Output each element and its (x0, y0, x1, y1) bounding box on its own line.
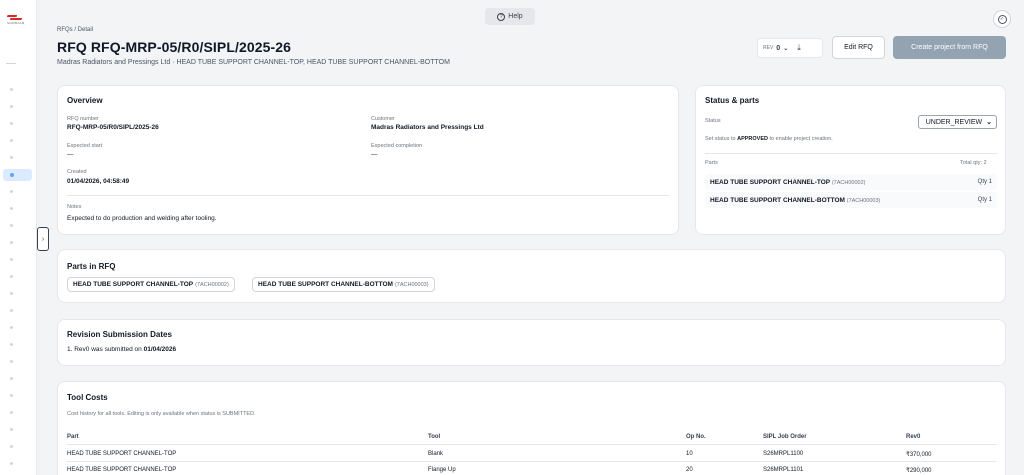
status-select[interactable]: UNDER_REVIEW ⌄ (918, 115, 997, 129)
column-header-op-no: Op No. (686, 434, 706, 440)
expected-completion-label: Expected completion (371, 143, 423, 149)
rev-label: REV (763, 45, 774, 51)
overview-title: Overview (67, 96, 103, 105)
rev-value: 0 (776, 44, 781, 52)
page-subtitle: Madras Radiators and Pressings Ltd · HEA… (57, 59, 450, 66)
sidebar-divider (6, 63, 16, 64)
table-cell: HEAD TUBE SUPPORT CHANNEL-TOP (67, 467, 177, 473)
customer-label: Customer (371, 116, 395, 122)
table-cell: 20 (686, 467, 693, 473)
chevron-down-icon: ⌄ (783, 45, 789, 52)
sidebar-item[interactable] (10, 122, 13, 125)
tool-costs-note: Cost history for all tools. Editing is o… (67, 411, 256, 417)
brand-logo[interactable]: SHRIRAAM (6, 14, 29, 25)
check-circle-button[interactable]: ✓ (993, 10, 1011, 28)
table-header-divider (67, 444, 996, 445)
revision-entry: 1. Rev0 was submitted on 01/04/2026 (67, 346, 177, 353)
collapse-sidebar-icon[interactable]: › (37, 227, 49, 251)
notes-label: Notes (67, 204, 82, 210)
download-icon[interactable]: ⤓ (797, 43, 801, 53)
table-cell: ₹290,000 (906, 468, 932, 474)
part-chip[interactable]: HEAD TUBE SUPPORT CHANNEL-BOTTOM (7ACH000… (252, 277, 435, 292)
rfq-number-label: RFQ number (67, 116, 99, 122)
table-cell: HEAD TUBE SUPPORT CHANNEL-TOP (67, 451, 177, 457)
revision-selector[interactable]: REV 0 ⌄ ⤓ (757, 38, 823, 58)
column-header-rev0: Rev0 (906, 434, 921, 440)
sidebar-item[interactable] (10, 156, 13, 159)
sidebar-item[interactable] (10, 309, 13, 312)
status-label: Status (705, 118, 721, 124)
help-icon: ? (497, 12, 506, 21)
sidebar-item[interactable] (10, 445, 13, 448)
status-hint: Set status to APPROVED to enable project… (705, 136, 833, 142)
page-title: RFQ RFQ-MRP-05/R0/SIPL/2025-26 (57, 39, 292, 55)
total-qty: Total qty: 2 (960, 160, 987, 166)
tool-costs-title: Tool Costs (67, 393, 108, 402)
sidebar-item[interactable] (10, 190, 13, 193)
sidebar-item-rfqs[interactable] (3, 169, 32, 181)
sidebar-item[interactable] (10, 88, 13, 91)
notes-value: Expected to do production and welding af… (67, 215, 217, 222)
sidebar-item[interactable] (10, 292, 13, 295)
table-cell: Blank (428, 451, 444, 457)
parts-label: Parts (705, 160, 718, 166)
parts-in-rfq-title: Parts in RFQ (67, 262, 116, 271)
part-row: HEAD TUBE SUPPORT CHANNEL-TOP (7ACH00002… (705, 174, 997, 190)
table-cell: ₹370,000 (906, 452, 932, 458)
column-header-part: Part (67, 434, 79, 440)
overview-divider (67, 195, 669, 196)
rfq-number-value: RFQ-MRP-05/R0/SIPL/2025-26 (67, 124, 159, 131)
create-project-button[interactable]: Create project from RFQ (893, 36, 1006, 59)
part-row: HEAD TUBE SUPPORT CHANNEL-BOTTOM (7ACH00… (705, 192, 997, 208)
table-cell: 10 (686, 451, 693, 457)
sidebar-item[interactable] (10, 326, 13, 329)
sidebar-item[interactable] (10, 275, 13, 278)
created-value: 01/04/2026, 04:58:49 (67, 178, 130, 185)
sidebar-item[interactable] (10, 360, 13, 363)
sidebar-item[interactable] (10, 394, 13, 397)
edit-rfq-button[interactable]: Edit RFQ (832, 36, 885, 59)
help-label: Help (508, 13, 523, 20)
breadcrumb[interactable]: RFQs / Detail (57, 27, 93, 33)
sidebar: SHRIRAAM (0, 0, 37, 475)
sidebar-item[interactable] (10, 139, 13, 142)
customer-value: Madras Radiators and Pressings Ltd (371, 124, 484, 131)
revision-dates-card (57, 319, 1006, 366)
sidebar-item[interactable] (10, 343, 13, 346)
created-label: Created (67, 169, 87, 175)
expected-start-value: — (67, 151, 74, 158)
sidebar-item[interactable] (10, 224, 13, 227)
status-parts-title: Status & parts (705, 96, 760, 105)
table-row-divider (67, 461, 996, 462)
help-button[interactable]: ? Help (485, 8, 535, 25)
sidebar-item[interactable] (10, 428, 13, 431)
parts-in-rfq-card (57, 249, 1006, 303)
status-value: UNDER_REVIEW (925, 118, 983, 126)
overview-card (57, 85, 679, 235)
column-header-tool: Tool (428, 434, 441, 440)
table-cell: S26MRPL1101 (763, 467, 804, 473)
table-cell: S26MRPL1100 (763, 451, 804, 457)
sidebar-item[interactable] (10, 258, 13, 261)
sidebar-item[interactable] (10, 411, 13, 414)
part-chip[interactable]: HEAD TUBE SUPPORT CHANNEL-TOP (7ACH00002) (67, 277, 235, 292)
expected-start-label: Expected start (67, 143, 103, 149)
chevron-down-icon: ⌄ (986, 119, 992, 126)
sidebar-item[interactable] (10, 207, 13, 210)
sidebar-item[interactable] (10, 377, 13, 380)
expected-completion-value: — (371, 151, 378, 158)
sidebar-item[interactable] (10, 462, 13, 465)
status-divider (705, 153, 997, 154)
revision-dates-title: Revision Submission Dates (67, 330, 172, 339)
sidebar-item[interactable] (10, 105, 13, 108)
column-header-job-order: SIPL Job Order (763, 434, 807, 440)
sidebar-item[interactable] (10, 241, 13, 244)
check-circle-icon: ✓ (997, 14, 1007, 24)
table-cell: Flange Up (428, 467, 456, 473)
